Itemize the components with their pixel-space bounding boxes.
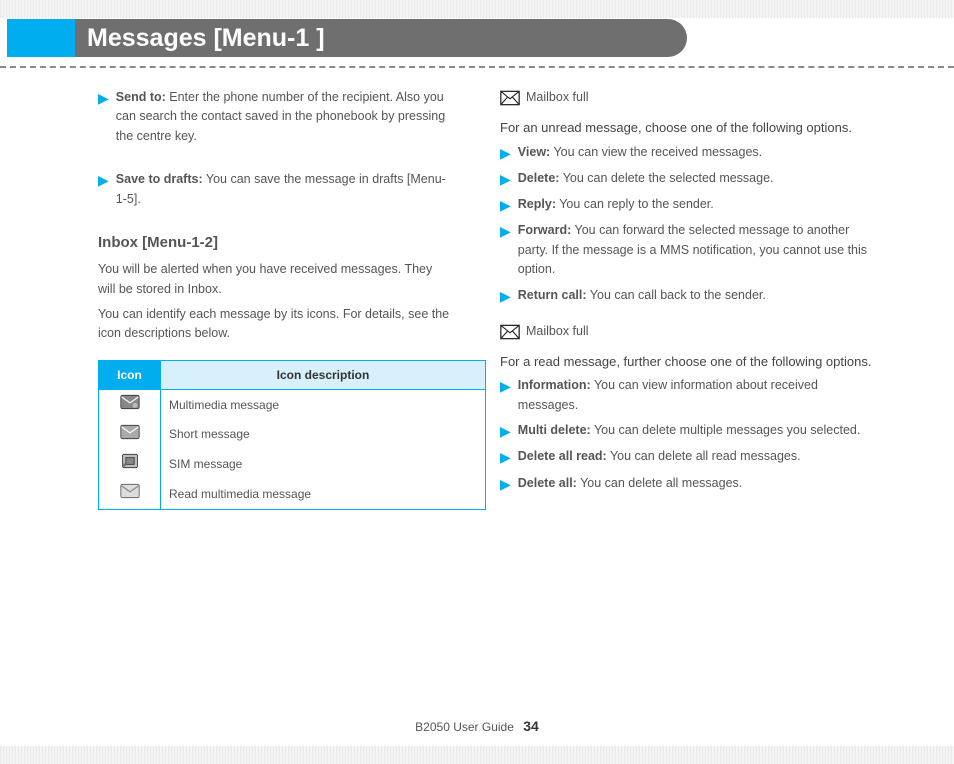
icon-description-table: Icon Icon description Multimedia message… xyxy=(98,360,486,510)
bullet-view: ▶ View: You can view the received messag… xyxy=(500,143,880,163)
triangle-icon: ▶ xyxy=(500,143,511,163)
bullet-label: Information: xyxy=(518,378,591,392)
bullet-delete: ▶ Delete: You can delete the selected me… xyxy=(500,169,880,189)
footer-page-number: 34 xyxy=(523,718,539,734)
table-row: SIM message xyxy=(99,449,486,479)
inbox-text-2: You can identify each message by its ico… xyxy=(98,305,450,344)
bullet-label: Forward: xyxy=(518,223,571,237)
bullet-label: Save to drafts: xyxy=(116,172,203,186)
bullet-desc: You can reply to the sender. xyxy=(559,197,714,211)
divider-dashed xyxy=(0,66,954,68)
sms-icon xyxy=(120,424,140,446)
inbox-heading: Inbox [Menu-1-2] xyxy=(98,231,450,254)
bullet-label: Delete: xyxy=(518,171,560,185)
bullet-label: Delete all: xyxy=(518,476,577,490)
bullet-information: ▶ Information: You can view information … xyxy=(500,376,880,415)
triangle-icon: ▶ xyxy=(500,376,511,415)
bullet-text: Send to: Enter the phone number of the r… xyxy=(116,88,450,146)
bullet-label: Send to: xyxy=(116,90,166,104)
bullet-save-drafts: ▶ Save to drafts: You can save the messa… xyxy=(98,170,450,209)
triangle-icon: ▶ xyxy=(98,88,109,146)
triangle-icon: ▶ xyxy=(500,286,511,306)
bullet-label: Delete all read: xyxy=(518,449,607,463)
bullet-desc: You can delete the selected message. xyxy=(563,171,774,185)
bullet-delete-all-read: ▶ Delete all read: You can delete all re… xyxy=(500,447,880,467)
bullet-forward: ▶ Forward: You can forward the selected … xyxy=(500,221,880,279)
table-cell-desc: Short message xyxy=(161,420,486,450)
inbox-text-1: You will be alerted when you have receiv… xyxy=(98,260,450,299)
mailbox-full-line: Mailbox full xyxy=(500,88,880,112)
bullet-desc: You can delete all read messages. xyxy=(610,449,801,463)
envelope-icon xyxy=(500,324,520,346)
table-header-desc: Icon description xyxy=(161,360,486,390)
mailbox-full-line-2: Mailbox full xyxy=(500,322,880,346)
triangle-icon: ▶ xyxy=(500,195,511,215)
table-cell-desc: Multimedia message xyxy=(161,390,486,420)
triangle-icon: ▶ xyxy=(98,170,109,209)
bullet-reply: ▶ Reply: You can reply to the sender. xyxy=(500,195,880,215)
bullet-desc: Enter the phone number of the recipient.… xyxy=(116,90,445,143)
bullet-multi-delete: ▶ Multi delete: You can delete multiple … xyxy=(500,421,880,441)
triangle-icon: ▶ xyxy=(500,474,511,494)
bullet-desc: You can forward the selected message to … xyxy=(518,223,867,276)
sim-icon xyxy=(120,453,140,475)
table-cell-desc: SIM message xyxy=(161,449,486,479)
bullet-delete-all: ▶ Delete all: You can delete all message… xyxy=(500,474,880,494)
read-subheading: For a read message, further choose one o… xyxy=(500,352,880,372)
read-mms-icon xyxy=(120,483,140,505)
table-row: Multimedia message xyxy=(99,390,486,420)
triangle-icon: ▶ xyxy=(500,221,511,279)
mms-icon xyxy=(120,394,140,416)
bullet-label: Return call: xyxy=(518,288,587,302)
table-row: Short message xyxy=(99,420,486,450)
header-accent xyxy=(7,19,75,57)
bullet-text: Save to drafts: You can save the message… xyxy=(116,170,450,209)
right-column: Mailbox full For an unread message, choo… xyxy=(470,88,910,510)
bullet-desc: You can view the received messages. xyxy=(553,145,762,159)
table-header-icon: Icon xyxy=(99,360,161,390)
table-row: Read multimedia message xyxy=(99,479,486,509)
triangle-icon: ▶ xyxy=(500,421,511,441)
bullet-desc: You can delete multiple messages you sel… xyxy=(594,423,860,437)
page-footer: B2050 User Guide 34 xyxy=(0,718,954,734)
top-texture xyxy=(0,0,954,18)
footer-guide: B2050 User Guide xyxy=(415,720,514,734)
content-area: ▶ Send to: Enter the phone number of the… xyxy=(0,80,954,510)
bullet-send-to: ▶ Send to: Enter the phone number of the… xyxy=(98,88,450,146)
unread-subheading: For an unread message, choose one of the… xyxy=(500,118,880,138)
page-title: Messages [Menu-1 ] xyxy=(75,19,687,57)
header-bar: Messages [Menu-1 ] xyxy=(7,19,687,57)
triangle-icon: ▶ xyxy=(500,169,511,189)
envelope-icon xyxy=(500,90,520,112)
left-column: ▶ Send to: Enter the phone number of the… xyxy=(30,88,470,510)
bullet-desc: You can delete all messages. xyxy=(580,476,742,490)
mailbox-full-text-2: Mailbox full xyxy=(526,322,589,341)
bullet-label: Reply: xyxy=(518,197,556,211)
bullet-label: Multi delete: xyxy=(518,423,591,437)
bullet-label: View: xyxy=(518,145,550,159)
bullet-desc: You can call back to the sender. xyxy=(590,288,766,302)
table-cell-desc: Read multimedia message xyxy=(161,479,486,509)
bottom-texture xyxy=(0,746,954,764)
bullet-return-call: ▶ Return call: You can call back to the … xyxy=(500,286,880,306)
mailbox-full-text: Mailbox full xyxy=(526,88,589,107)
triangle-icon: ▶ xyxy=(500,447,511,467)
